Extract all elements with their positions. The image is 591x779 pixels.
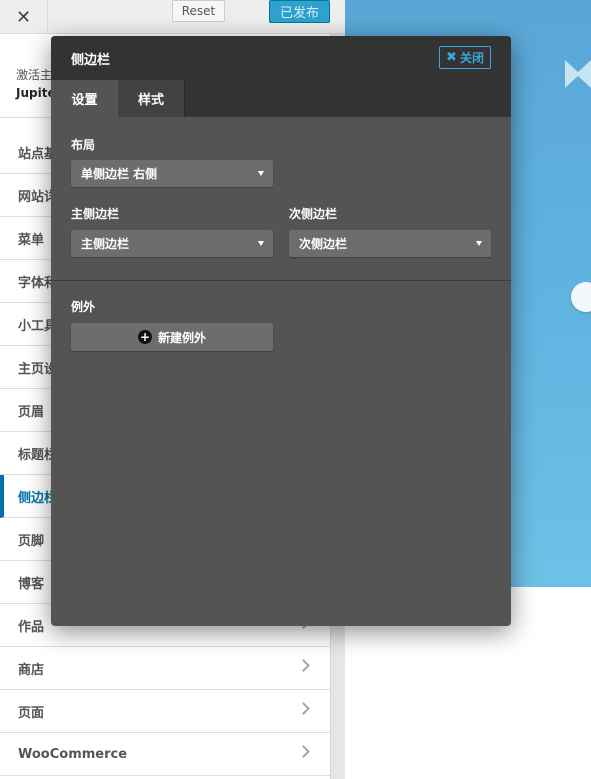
menu-item-label: 页脚 [18, 533, 45, 549]
close-customizer-button[interactable]: ✕ [0, 0, 48, 34]
dialog-close-button[interactable]: ✖ 关闭 [439, 46, 491, 69]
menu-item-label: 作品 [18, 619, 45, 635]
caret-down-icon [476, 241, 482, 246]
publish-button[interactable]: 已发布 [269, 0, 330, 23]
layout-label: 布局 [71, 138, 96, 152]
secondary-sidebar-label: 次侧边栏 [289, 207, 338, 221]
main-sidebar-label: 主侧边栏 [71, 207, 120, 221]
close-icon: ✖ [446, 50, 457, 65]
menu-item-label: 菜单 [18, 232, 45, 248]
menu-item-label: 页面 [18, 705, 45, 721]
menu-item-label: 页眉 [18, 404, 45, 420]
dialog-close-label: 关闭 [459, 51, 484, 65]
dialog-header: 侧边栏 ✖ 关闭 [51, 36, 511, 80]
secondary-sidebar-select[interactable]: 次侧边栏 [289, 230, 491, 257]
customizer-topbar: ✕ Reset 已发布 [0, 0, 345, 34]
layout-select[interactable]: 单侧边栏 右侧 [71, 160, 273, 187]
menu-item-woocommerce[interactable]: WooCommerce [0, 733, 330, 776]
main-sidebar-select-value: 主侧边栏 [81, 237, 130, 251]
caret-down-icon [258, 171, 264, 176]
secondary-sidebar-select-value: 次侧边栏 [299, 237, 348, 251]
menu-item-shop[interactable]: 商店 [0, 647, 330, 690]
layout-select-value: 单侧边栏 右侧 [81, 167, 158, 181]
chevron-right-icon [297, 659, 310, 672]
add-exception-label: 新建例外 [157, 330, 206, 345]
close-icon: ✕ [15, 6, 32, 28]
tab-settings[interactable]: 设置 [51, 80, 118, 117]
dialog-title: 侧边栏 [71, 53, 111, 68]
menu-item-label: WooCommerce [18, 746, 128, 762]
sidebar-settings-dialog: 侧边栏 ✖ 关闭 设置 样式 布局 单侧边栏 右侧 主侧边栏 主侧边栏 次侧边栏… [51, 36, 511, 626]
chevron-right-icon [297, 745, 310, 758]
dialog-divider [51, 280, 511, 281]
main-sidebar-select[interactable]: 主侧边栏 [71, 230, 273, 257]
plus-circle-icon: + [137, 330, 152, 344]
caret-down-icon [258, 241, 264, 246]
exceptions-label: 例外 [71, 300, 96, 314]
menu-item-pages[interactable]: 页面 [0, 690, 330, 733]
menu-item-label: 商店 [18, 662, 45, 678]
reset-button[interactable]: Reset [172, 0, 225, 22]
tab-style[interactable]: 样式 [118, 80, 185, 117]
menu-item-label: 博客 [18, 576, 45, 592]
preview-logo-icon [565, 60, 591, 88]
chevron-right-icon [297, 702, 310, 715]
add-exception-button[interactable]: + 新建例外 [71, 323, 273, 351]
dialog-tabs: 设置 样式 [51, 80, 511, 117]
